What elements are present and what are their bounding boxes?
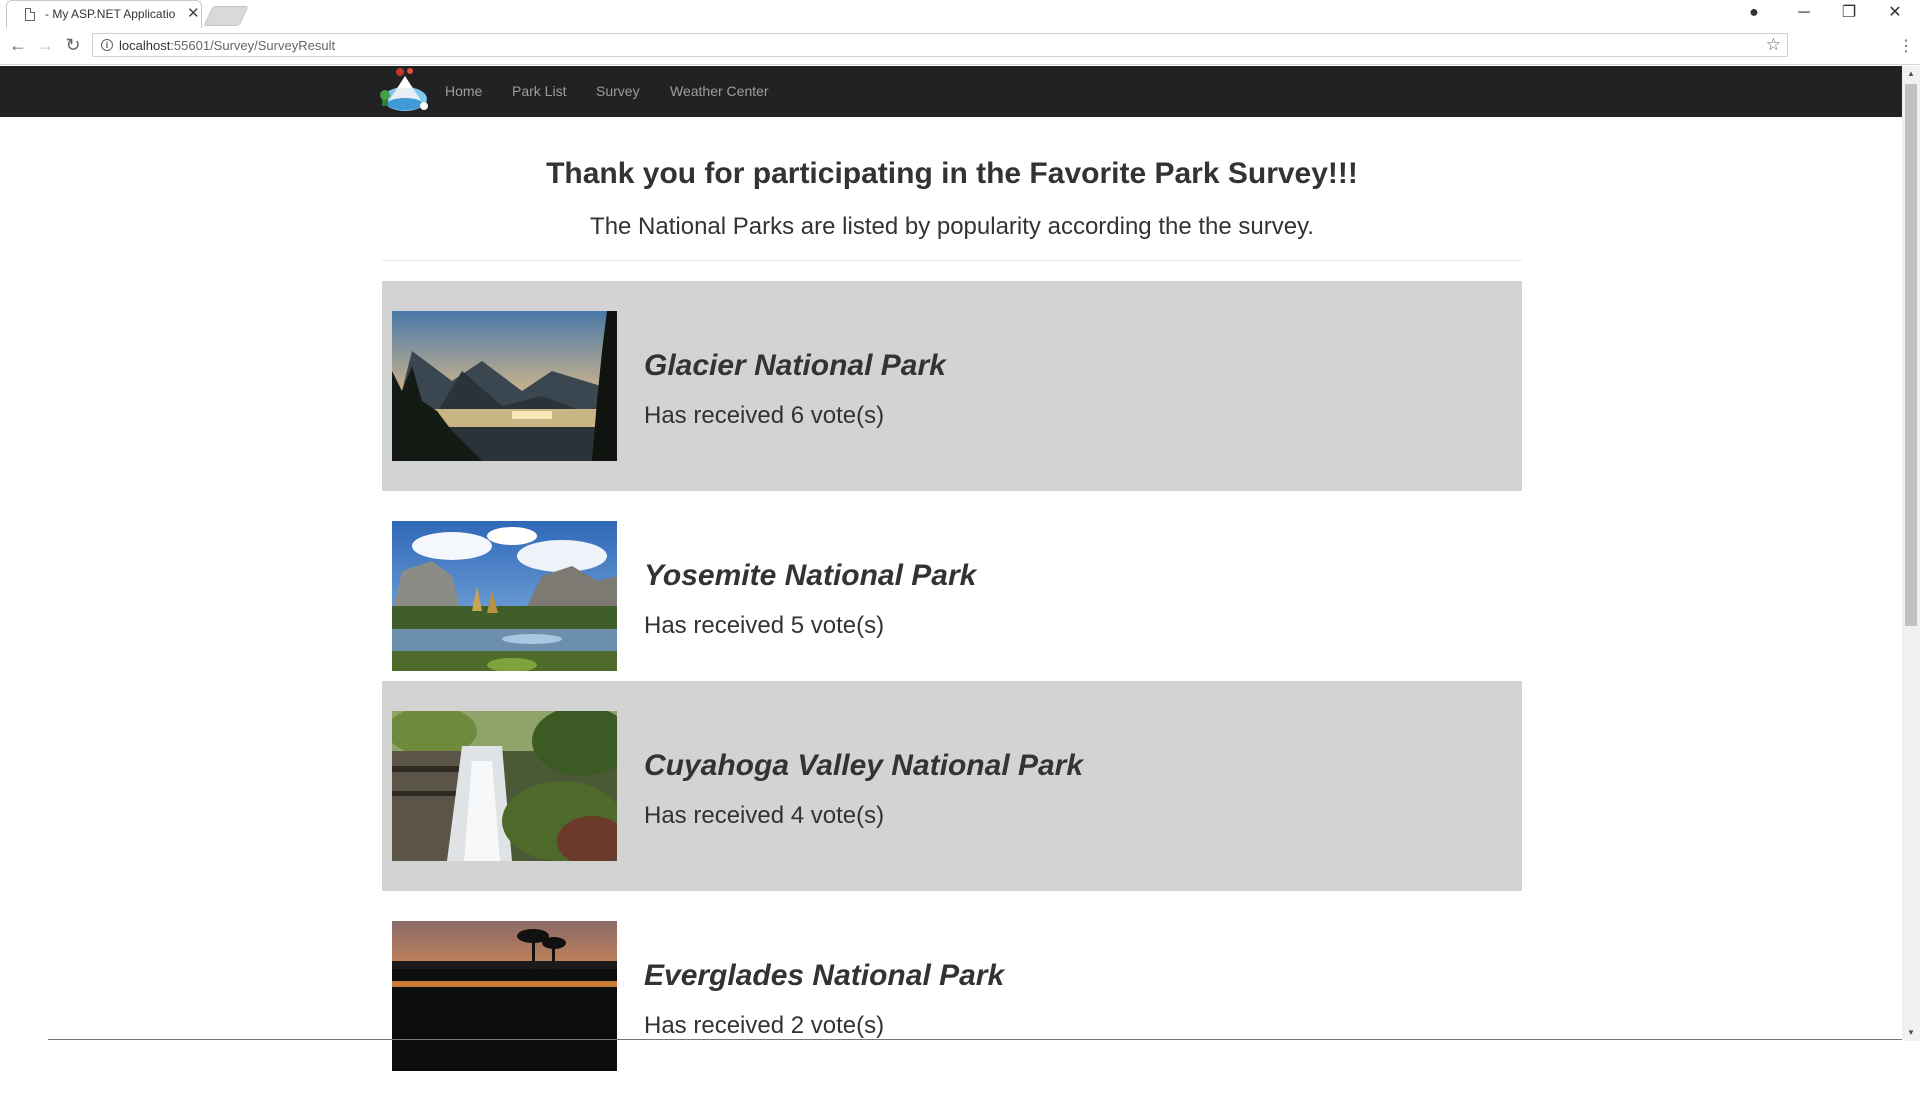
scrollbar-thumb[interactable] xyxy=(1905,84,1917,626)
info-icon[interactable]: i xyxy=(101,39,113,51)
nav-link-park-list[interactable]: Park List xyxy=(512,83,566,99)
nav-link-home[interactable]: Home xyxy=(445,83,482,99)
bookmark-star-icon[interactable]: ☆ xyxy=(1766,35,1781,55)
park-result-row: Everglades National Park Has received 2 … xyxy=(382,891,1522,1101)
url-text: localhost:55601/Survey/SurveyResult xyxy=(119,38,335,53)
park-result-row: Cuyahoga Valley National Park Has receiv… xyxy=(382,681,1522,891)
close-window-button[interactable]: ✕ xyxy=(1883,2,1907,24)
nav-link-weather-center[interactable]: Weather Center xyxy=(670,83,769,99)
park-photo-glacier xyxy=(392,311,617,461)
tab-title: - My ASP.NET Applicatio xyxy=(45,7,176,21)
nav-link-survey[interactable]: Survey xyxy=(596,83,640,99)
park-photo-yosemite xyxy=(392,521,617,671)
browser-menu-icon[interactable]: ⋮ xyxy=(1898,36,1914,56)
site-logo[interactable] xyxy=(378,66,432,114)
park-result-row: Glacier National Park Has received 6 vot… xyxy=(382,281,1522,491)
taskbar-edge xyxy=(48,1039,1902,1040)
url-path: :55601/Survey/SurveyResult xyxy=(170,38,336,53)
minimize-button[interactable]: ─ xyxy=(1792,2,1816,24)
url-field[interactable]: i localhost:55601/Survey/SurveyResult ☆ xyxy=(92,33,1788,57)
scroll-down-arrow-icon[interactable]: ▼ xyxy=(1907,1028,1915,1037)
park-photo-everglades xyxy=(392,921,617,1071)
park-vote-count: Has received 5 vote(s) xyxy=(644,612,885,639)
address-bar: ← → ↻ i localhost:55601/Survey/SurveyRes… xyxy=(0,28,1920,65)
browser-tab[interactable]: - My ASP.NET Applicatio ✕ xyxy=(6,0,202,28)
park-name: Yosemite National Park xyxy=(644,559,977,592)
park-vote-count: Has received 4 vote(s) xyxy=(644,802,885,829)
park-name: Glacier National Park xyxy=(644,349,946,382)
back-icon[interactable]: ← xyxy=(8,35,28,55)
park-name: Everglades National Park xyxy=(644,959,1005,992)
forward-icon[interactable]: → xyxy=(35,35,55,55)
park-name: Cuyahoga Valley National Park xyxy=(644,749,1084,782)
url-host: localhost xyxy=(119,38,171,53)
page-icon xyxy=(25,8,35,21)
reload-icon[interactable]: ↻ xyxy=(63,35,83,55)
new-tab-button[interactable] xyxy=(203,6,249,26)
browser-tab-strip: - My ASP.NET Applicatio ✕ ● ─ ❐ ✕ xyxy=(0,0,1920,29)
park-vote-count: Has received 2 vote(s) xyxy=(644,1012,885,1039)
park-result-row: Yosemite National Park Has received 5 vo… xyxy=(382,491,1522,701)
page-subtitle: The National Parks are listed by popular… xyxy=(590,213,1314,240)
restore-button[interactable]: ❐ xyxy=(1837,2,1861,24)
site-navbar: Home Park List Survey Weather Center xyxy=(0,66,1902,117)
tab-close-icon[interactable]: ✕ xyxy=(187,5,200,23)
scroll-up-arrow-icon[interactable]: ▲ xyxy=(1907,69,1915,78)
account-icon[interactable]: ● xyxy=(1742,2,1766,24)
park-photo-cuyahoga xyxy=(392,711,617,861)
divider xyxy=(382,260,1522,261)
park-vote-count: Has received 6 vote(s) xyxy=(644,402,885,429)
page-scrollbar[interactable]: ▲ ▼ xyxy=(1902,66,1920,1041)
page-title: Thank you for participating in the Favor… xyxy=(546,157,1358,190)
